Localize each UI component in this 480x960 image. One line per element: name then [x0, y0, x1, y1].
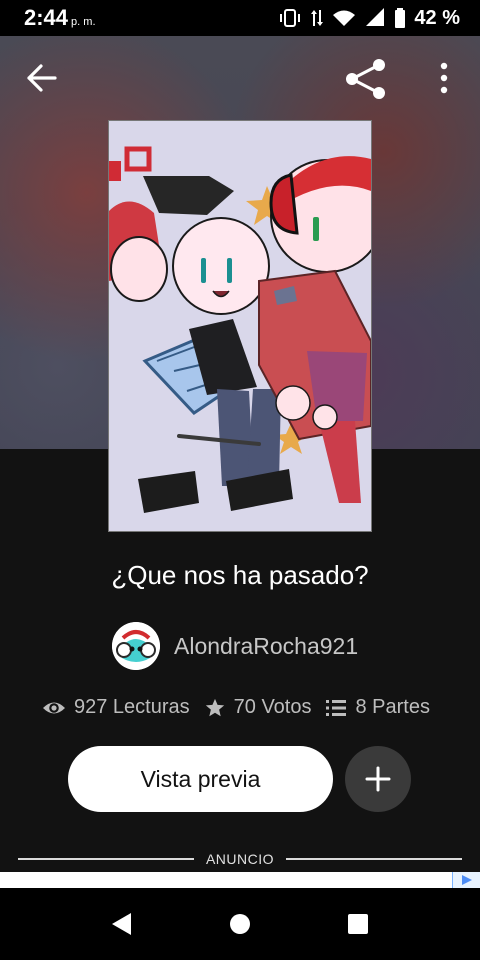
star-icon [205, 698, 224, 716]
battery-icon [395, 8, 406, 28]
signal-icon [366, 8, 385, 26]
status-icons: 42 % [278, 7, 460, 30]
votes-stat: 70 Votos [204, 696, 312, 719]
status-time-value: 2:44 [24, 5, 69, 30]
battery-percent: 42 % [414, 6, 460, 29]
author-name[interactable]: AlondraRocha921 [174, 633, 358, 660]
ad-label: ANUNCIO [205, 851, 275, 867]
share-icon[interactable] [344, 58, 388, 100]
book-cover[interactable] [108, 120, 372, 532]
vibrate-icon [280, 9, 301, 27]
add-to-library-button[interactable] [345, 746, 411, 812]
data-arrows-icon [311, 10, 324, 26]
system-nav-bar [0, 888, 480, 960]
nav-back-button[interactable] [102, 904, 142, 944]
arrow-left-icon[interactable] [24, 60, 60, 96]
nav-back-icon [112, 913, 131, 935]
plus-icon [365, 766, 391, 792]
cover-illustration [109, 121, 371, 531]
author-row[interactable]: AlondraRocha921 [112, 622, 358, 670]
more-vertical-icon[interactable] [430, 60, 458, 96]
preview-button[interactable]: Vista previa [68, 746, 333, 812]
parts-stat: 8 Partes [325, 696, 430, 719]
ad-divider-right [286, 858, 462, 860]
eye-icon [43, 702, 65, 713]
ad-choices-icon-glyph [461, 875, 472, 885]
nav-home-icon [230, 914, 250, 934]
status-time: 2:44 p. m. [24, 5, 96, 31]
list-icon [326, 699, 347, 716]
reads-stat: 927 Lecturas [42, 696, 190, 719]
ad-choices-icon[interactable] [452, 872, 480, 888]
nav-recent-button[interactable] [338, 904, 378, 944]
nav-home-button[interactable] [220, 904, 260, 944]
votes-count: 70 Votos [233, 696, 312, 718]
ad-divider: ANUNCIO [18, 849, 462, 869]
author-avatar[interactable] [112, 622, 160, 670]
parts-count: 8 Partes [355, 696, 430, 718]
wifi-icon [333, 10, 356, 26]
nav-recent-icon [348, 914, 368, 934]
status-bar: 2:44 p. m. 42 % [0, 0, 480, 36]
ad-divider-left [18, 858, 194, 860]
avatar-image [112, 622, 160, 670]
status-time-suffix: p. m. [71, 16, 96, 28]
story-stats: 927 Lecturas 70 Votos 8 Partes [42, 696, 430, 719]
story-title: ¿Que nos ha pasado? [111, 560, 369, 590]
ad-banner[interactable] [0, 872, 480, 888]
reads-count: 927 Lecturas [74, 696, 190, 718]
